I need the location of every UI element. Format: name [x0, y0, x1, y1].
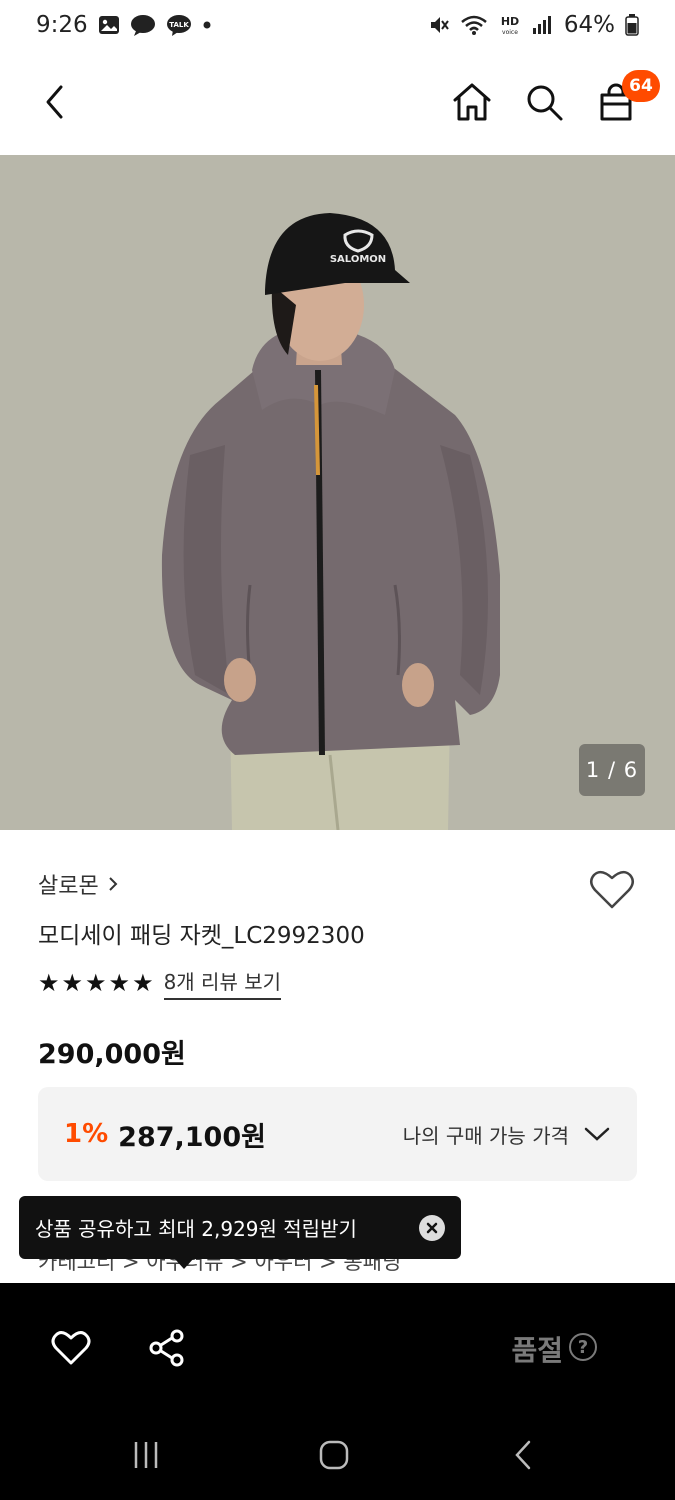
- mute-icon: [428, 14, 450, 36]
- home-circle-icon: [319, 1440, 349, 1470]
- bottom-wishlist-button[interactable]: [46, 1325, 96, 1371]
- heart-outline-icon: [51, 1331, 91, 1365]
- brand-link[interactable]: 살로몬: [38, 868, 119, 900]
- brand-name: 살로몬: [38, 874, 99, 899]
- image-counter: 1 / 6: [579, 744, 645, 796]
- wifi-icon: [460, 14, 488, 36]
- tooltip-text: 상품 공유하고 최대 2,929원 적립받기: [35, 1217, 357, 1241]
- share-reward-tooltip: 상품 공유하고 최대 2,929원 적립받기: [19, 1196, 461, 1269]
- share-icon: [149, 1329, 184, 1367]
- my-price-dropdown[interactable]: 1% 287,100원 나의 구매 가능 가격: [38, 1087, 637, 1181]
- product-name: 모디세이 패딩 자켓_LC2992300: [38, 923, 365, 949]
- system-navigation-bar: [0, 1423, 675, 1483]
- top-navigation: 64: [0, 50, 675, 155]
- recent-apps-icon: [134, 1442, 158, 1468]
- kakaotalk-notification-icon: TALK: [166, 14, 192, 36]
- product-photo: SALOMON: [0, 155, 675, 830]
- home-icon: [453, 83, 491, 121]
- my-price-label: 나의 구매 가능 가격: [402, 1123, 569, 1148]
- original-price: 290,000원: [38, 1039, 186, 1070]
- status-bar: 9:26 TALK HD voice 64%: [0, 0, 675, 50]
- gallery-notification-icon: [98, 15, 120, 35]
- chevron-left-icon: [46, 85, 63, 119]
- battery-icon: [625, 14, 639, 36]
- star-icon: ★: [38, 969, 60, 997]
- home-system-button[interactable]: [314, 1435, 354, 1475]
- share-button[interactable]: [142, 1325, 192, 1371]
- help-icon[interactable]: ?: [569, 1333, 597, 1361]
- home-button[interactable]: [448, 78, 496, 126]
- status-time: 9:26: [36, 12, 88, 38]
- chevron-right-icon: [109, 877, 118, 891]
- battery-percent: 64%: [563, 12, 615, 38]
- star-icon: ★: [61, 969, 84, 997]
- tooltip-arrow: [174, 1258, 194, 1269]
- chat-notification-icon: [130, 14, 156, 36]
- search-icon: [527, 85, 563, 121]
- heart-outline-icon: [590, 870, 634, 909]
- review-link[interactable]: 8개 리뷰 보기: [163, 966, 282, 1000]
- bottom-action-bar: 품절 ?: [0, 1283, 675, 1500]
- back-arrow-icon: [515, 1440, 531, 1470]
- signal-icon: [532, 15, 554, 35]
- cap-logo-text: SALOMON: [330, 254, 386, 265]
- cart-count-badge: 64: [622, 70, 660, 102]
- cart-button[interactable]: 64: [592, 70, 660, 126]
- svg-text:voice: voice: [502, 29, 518, 36]
- more-notifications-icon: [202, 20, 212, 30]
- star-icon: ★: [132, 969, 154, 997]
- tooltip-close-button[interactable]: [419, 1214, 445, 1241]
- star-icon: ★: [85, 969, 107, 997]
- rating-row: ★ ★ ★ ★ ★ 8개 리뷰 보기: [38, 966, 282, 1000]
- product-image-gallery[interactable]: SALOMON 1 / 6: [0, 155, 675, 830]
- recent-apps-button[interactable]: [126, 1435, 166, 1475]
- star-rating: ★ ★ ★ ★ ★: [38, 971, 154, 995]
- chevron-down-icon: [584, 1127, 610, 1141]
- close-icon: [426, 1222, 438, 1233]
- svg-text:TALK: TALK: [169, 21, 189, 29]
- hd-voice-icon: HD voice: [498, 14, 522, 36]
- discount-price: 287,100원: [118, 1121, 266, 1153]
- search-button[interactable]: [520, 78, 568, 126]
- wishlist-button[interactable]: [589, 868, 635, 910]
- svg-text:HD: HD: [501, 15, 519, 28]
- discount-rate: 1%: [64, 1119, 109, 1149]
- back-button[interactable]: [32, 78, 80, 126]
- soldout-label: 품절: [511, 1334, 563, 1367]
- back-system-button[interactable]: [504, 1435, 544, 1475]
- star-icon: ★: [108, 969, 131, 997]
